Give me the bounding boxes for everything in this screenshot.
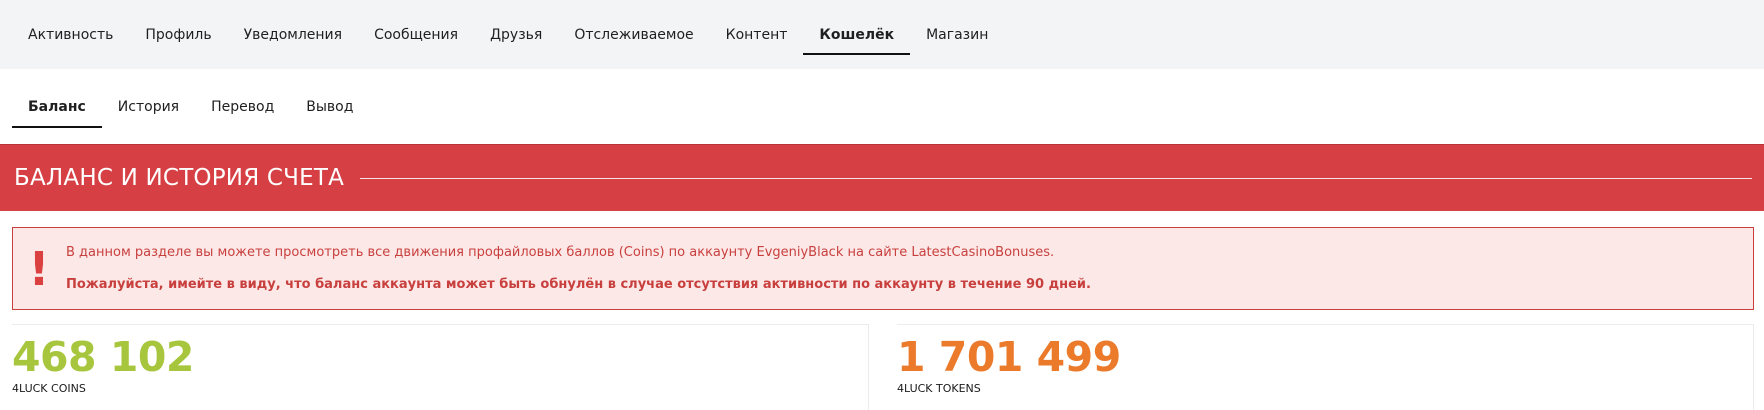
coins-stat: 468 102 4LUCK COINS [12,324,869,410]
coins-label: 4LUCK COINS [12,382,86,395]
balance-stats: 468 102 4LUCK COINS 1 701 499 4LUCK TOKE… [12,324,1754,410]
exclamation-icon: ! [28,241,50,296]
banner-divider [360,177,1752,179]
info-notice: ! В данном разделе вы можете просмотреть… [12,227,1754,310]
nav-item-activity[interactable]: Активность [12,0,129,69]
wallet-sub-nav: Баланс История Перевод Вывод [0,69,1764,144]
notice-text: В данном разделе вы можете просмотреть в… [65,245,1091,292]
notice-line-warning: Пожалуйста, имейте в виду, что баланс ак… [66,277,1091,292]
tokens-label: 4LUCK TOKENS [897,382,981,395]
tab-balance[interactable]: Баланс [12,70,102,144]
page-title: БАЛАНС И ИСТОРИЯ СЧЕТА [14,165,345,191]
account-top-nav: Активность Профиль Уведомления Сообщения… [0,0,1764,69]
tab-transfer[interactable]: Перевод [195,70,290,144]
nav-item-messages[interactable]: Сообщения [358,0,474,69]
tokens-value: 1 701 499 [897,333,1121,381]
nav-item-content[interactable]: Контент [710,0,804,69]
nav-item-wallet[interactable]: Кошелёк [803,0,910,69]
nav-item-notifications[interactable]: Уведомления [228,0,358,69]
nav-item-friends[interactable]: Друзья [474,0,558,69]
section-banner: БАЛАНС И ИСТОРИЯ СЧЕТА [0,144,1764,211]
tab-withdraw[interactable]: Вывод [290,70,369,144]
notice-line-description: В данном разделе вы можете просмотреть в… [66,245,1055,260]
coins-value: 468 102 [12,333,194,381]
nav-item-following[interactable]: Отслеживаемое [558,0,709,69]
nav-item-shop[interactable]: Магазин [910,0,1004,69]
tokens-stat: 1 701 499 4LUCK TOKENS [897,324,1754,410]
nav-item-profile[interactable]: Профиль [129,0,227,69]
tab-history[interactable]: История [102,70,195,144]
